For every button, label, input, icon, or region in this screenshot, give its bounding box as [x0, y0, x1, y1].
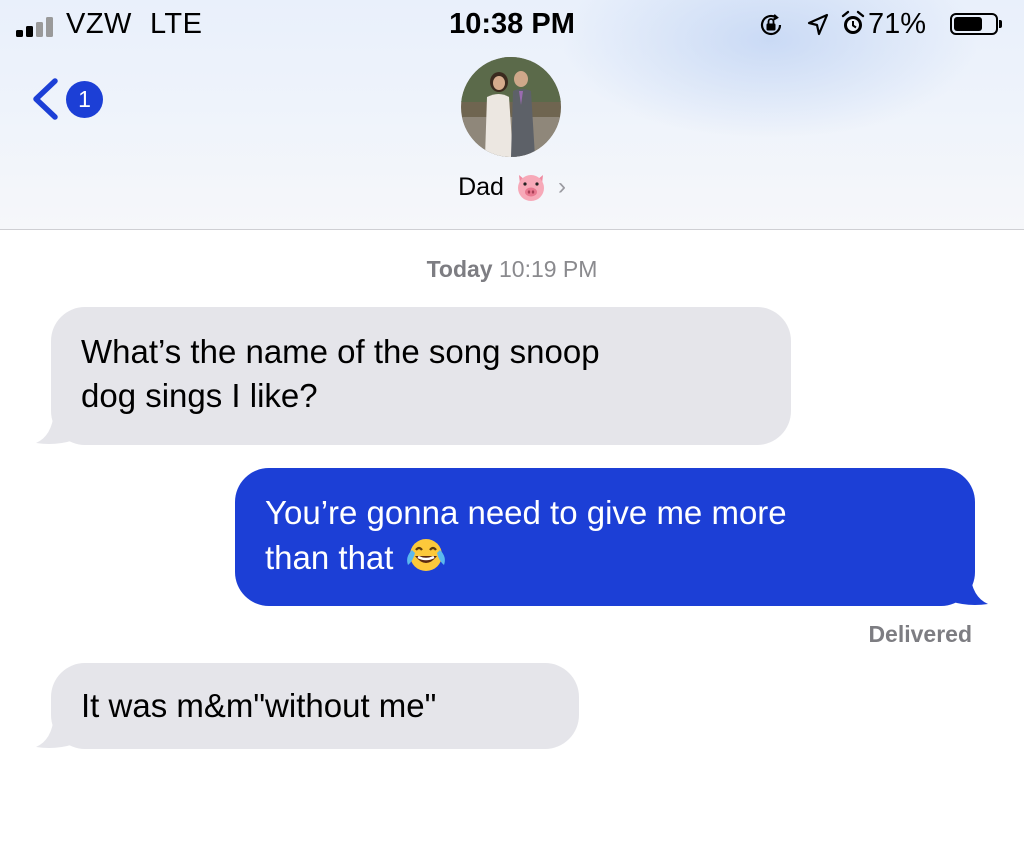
- battery-percent: 71%: [868, 8, 927, 40]
- conversation-timestamp: Today 10:19 PM: [0, 256, 1024, 283]
- timestamp-time: 10:19 PM: [498, 256, 598, 282]
- contact-avatar[interactable]: [461, 57, 561, 157]
- chevron-right-icon: ›: [557, 173, 566, 200]
- unread-count-badge: 1: [66, 81, 103, 118]
- delivery-status: Delivered: [868, 621, 972, 647]
- message-line: than that: [265, 539, 394, 576]
- pig-face-icon: [517, 175, 544, 201]
- alarm-icon: [841, 10, 865, 34]
- message-line: What’s the name of the song snoop: [81, 333, 600, 370]
- timestamp-day: Today: [426, 256, 493, 282]
- chevron-left-icon: [33, 78, 58, 120]
- battery-fill: [954, 17, 982, 31]
- message-bubble-outgoing[interactable]: You’re gonna need to give me more than t…: [235, 468, 975, 606]
- status-bar: VZW LTE 10:38 PM 71%: [0, 0, 1024, 50]
- message-line: It was m&m"without me": [81, 687, 437, 724]
- avatar-photo: [461, 57, 561, 157]
- message-bubble-incoming[interactable]: It was m&m"without me": [51, 663, 579, 749]
- contact-name: Dad: [458, 172, 504, 201]
- back-button[interactable]: 1: [28, 76, 118, 122]
- bubble-tail: [36, 716, 74, 748]
- contact-name-button[interactable]: Dad ›: [0, 171, 1024, 203]
- location-arrow-icon: [807, 13, 829, 36]
- conversation-header: VZW LTE 10:38 PM 71% 1 Dad ›: [0, 0, 1024, 230]
- bubble-tail: [36, 412, 74, 444]
- message-bubble-incoming[interactable]: What’s the name of the song snoop dog si…: [51, 307, 791, 445]
- message-line: dog sings I like?: [81, 377, 318, 414]
- orientation-lock-icon: [760, 14, 782, 36]
- bubble-tail: [950, 573, 988, 605]
- face-with-tears-of-joy-icon: [407, 539, 446, 571]
- message-line: You’re gonna need to give me more: [265, 494, 787, 531]
- battery-icon: [950, 13, 1002, 35]
